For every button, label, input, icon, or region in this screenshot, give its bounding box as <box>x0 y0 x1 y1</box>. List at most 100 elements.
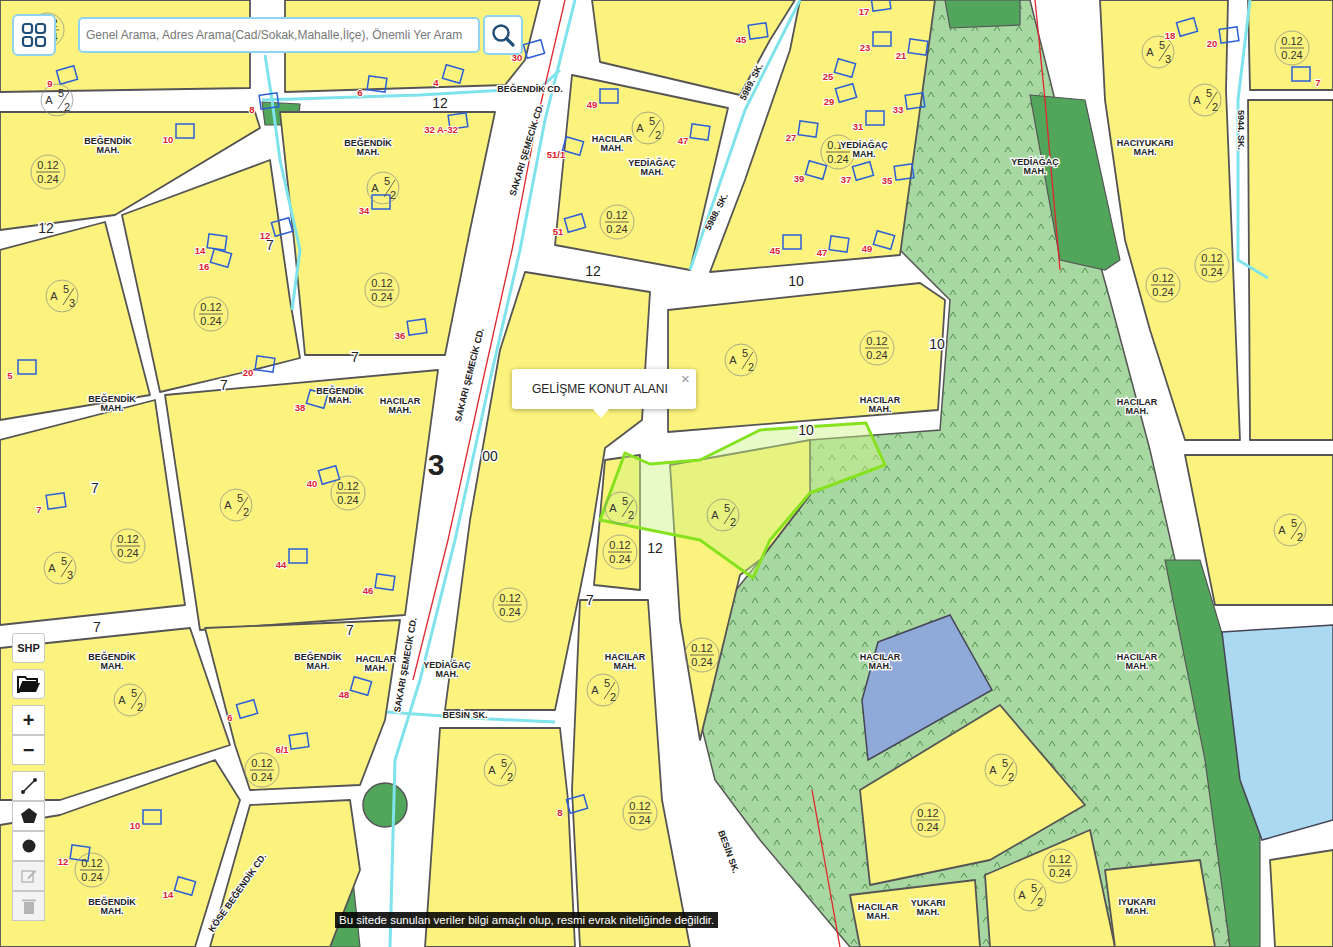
shp-button[interactable]: SHP <box>12 633 45 663</box>
height-letter: A <box>45 94 53 106</box>
height-top: 5 <box>724 502 730 514</box>
road-width-label: 7 <box>346 622 354 638</box>
zoom-in-button[interactable]: + <box>12 705 45 735</box>
density-circle <box>685 638 719 672</box>
density-label: 0.120.24 <box>365 273 399 307</box>
map-toolbar: SHP +− <box>12 633 45 921</box>
residential-block <box>1100 0 1240 440</box>
road-width-label: 12 <box>432 95 448 111</box>
density-bottom: 0.24 <box>37 173 58 185</box>
density-circle <box>603 535 637 569</box>
draw-tools <box>12 771 45 921</box>
density-top: 0.12 <box>37 159 58 171</box>
residential-block <box>850 880 980 947</box>
street-name: BEĞENDİK CD. <box>497 83 563 94</box>
neighborhood-suffix: MAH. <box>389 405 412 415</box>
parcel-number: 6 <box>227 712 232 723</box>
neighborhood-label: HACIYUKARIMAH. <box>1117 138 1174 157</box>
building-outline <box>871 0 891 11</box>
neighborhood-label: HACILARMAH. <box>860 652 901 671</box>
parcel-number: 31 <box>853 121 864 132</box>
neighborhood-label: BEĞENDİKMAH. <box>88 651 136 671</box>
height-label: A52 <box>1274 514 1306 546</box>
height-letter: A <box>1278 524 1286 536</box>
residential-block <box>1248 100 1333 440</box>
height-letter: A <box>1146 46 1154 58</box>
density-bottom: 0.24 <box>1152 286 1173 298</box>
polygon-tool-button[interactable] <box>12 801 45 831</box>
search-bar <box>12 14 523 56</box>
popup-close-button[interactable]: × <box>681 370 690 387</box>
height-letter: A <box>636 122 644 134</box>
density-label: 0.120.24 <box>1043 849 1077 883</box>
building-outline <box>442 65 463 83</box>
height-circle <box>220 489 252 521</box>
height-bottom: 3 <box>1165 53 1171 65</box>
parcel-number: 12 <box>260 230 271 241</box>
density-label: 0.12 0.24 <box>1146 268 1180 302</box>
height-label: A52 <box>985 754 1017 786</box>
density-circle <box>194 297 228 331</box>
density-bottom: 0.24 <box>200 315 221 327</box>
circle-tool-button[interactable] <box>12 831 45 861</box>
density-circle <box>623 796 657 830</box>
parcel-number: 21 <box>896 50 907 61</box>
density-label: 0.120.24 <box>1195 248 1229 282</box>
mosque-area <box>1222 625 1333 840</box>
zoom-out-button[interactable]: − <box>12 735 45 765</box>
building-outline <box>748 23 768 39</box>
search-input[interactable] <box>78 17 480 53</box>
building-outline <box>1292 67 1310 81</box>
neighborhood-label: BEĞENDİKMAH. <box>84 135 132 155</box>
parcel-number: 16 <box>199 261 210 272</box>
building-outline <box>375 574 395 590</box>
parcel-number: 4 <box>433 77 439 88</box>
building-outline <box>798 121 818 137</box>
road-width-label: 7 <box>93 619 101 635</box>
parcel-number: 10 <box>163 134 174 145</box>
height-top: 5 <box>1206 87 1212 99</box>
parcel-number: 47 <box>817 247 828 258</box>
street-name: SAKARI ŞEMECİK CD. <box>508 102 546 197</box>
parcel-number: 44 <box>276 559 287 570</box>
density-top: 0.12 <box>1152 272 1173 284</box>
folder-icon <box>17 674 41 694</box>
density-bottom: 0.24 <box>629 814 650 826</box>
building-outline <box>350 677 371 695</box>
density-top: 0.12 <box>917 807 938 819</box>
edit-tool-button[interactable] <box>12 861 45 891</box>
height-label: A52 <box>484 754 516 786</box>
density-bottom: 0.24 <box>1201 266 1222 278</box>
building-outline <box>905 93 925 109</box>
density-bottom: 0.24 <box>499 606 520 618</box>
open-file-button[interactable] <box>12 669 45 699</box>
residential-block <box>592 0 795 95</box>
residential-block <box>1185 455 1333 605</box>
neighborhood-label: HACILARMAH. <box>860 395 901 414</box>
search-button[interactable] <box>483 15 523 55</box>
delete-tool-button[interactable] <box>12 891 45 921</box>
road-width-label: 7 <box>91 480 99 496</box>
height-bottom: 2 <box>655 129 661 141</box>
height-bottom: 2 <box>1212 101 1218 113</box>
height-circle <box>1014 879 1046 911</box>
height-top: 5 <box>501 757 507 769</box>
height-bottom: 2 <box>1037 896 1043 908</box>
parcel-number: 20 <box>1207 38 1218 49</box>
parcel-number: 49 <box>862 243 873 254</box>
neighborhood-label: BEĞENDİKMAH. <box>344 137 392 157</box>
height-letter: A <box>989 764 997 776</box>
menu-button[interactable] <box>12 14 56 56</box>
height-circle <box>605 492 637 524</box>
selected-parcel[interactable] <box>600 423 885 578</box>
zoning-map[interactable]: 0.120.240.120.240.120.240.120.240.120.24… <box>0 0 1333 947</box>
building-outline <box>866 111 884 125</box>
density-label: 0.120.24 <box>603 535 637 569</box>
line-tool-button[interactable] <box>12 771 45 801</box>
parcel-number: 8 <box>557 807 562 818</box>
density-label: 0.120.24 <box>111 529 145 563</box>
building-outline <box>873 231 894 249</box>
building-outline <box>407 319 427 335</box>
density-top: 0.12 <box>1281 35 1302 47</box>
density-bottom: 0.24 <box>606 223 627 235</box>
